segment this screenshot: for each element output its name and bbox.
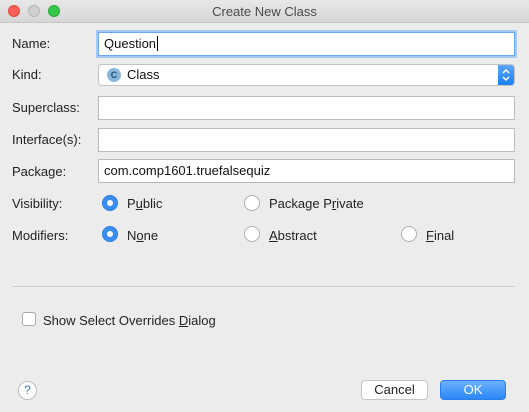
modifiers-label: Modifiers: bbox=[12, 228, 69, 243]
modifiers-none-radio[interactable] bbox=[102, 226, 118, 242]
window-title: Create New Class bbox=[212, 4, 317, 19]
visibility-public-radio[interactable] bbox=[102, 195, 118, 211]
kind-label: Kind: bbox=[12, 67, 42, 82]
visibility-package-private-label[interactable]: Package Private bbox=[269, 196, 364, 211]
modifiers-abstract-label[interactable]: Abstract bbox=[269, 228, 317, 243]
modifiers-abstract-radio[interactable] bbox=[244, 226, 260, 242]
superclass-label: Superclass: bbox=[12, 100, 80, 115]
show-overrides-checkbox[interactable] bbox=[22, 312, 36, 326]
show-overrides-label[interactable]: Show Select Overrides Dialog bbox=[43, 313, 216, 328]
cancel-button[interactable]: Cancel bbox=[361, 380, 428, 400]
modifiers-none-label[interactable]: None bbox=[127, 228, 158, 243]
select-arrows-icon[interactable] bbox=[498, 65, 514, 85]
name-input[interactable]: Question bbox=[98, 32, 515, 56]
separator bbox=[12, 286, 515, 287]
visibility-public-label[interactable]: Public bbox=[127, 196, 162, 211]
kind-value: Class bbox=[127, 67, 160, 82]
interfaces-input[interactable] bbox=[98, 128, 515, 152]
modifiers-final-label[interactable]: Final bbox=[426, 228, 454, 243]
package-input[interactable]: com.comp1601.truefalsequiz bbox=[98, 159, 515, 183]
package-label: Package: bbox=[12, 164, 67, 179]
interfaces-label: Interface(s): bbox=[12, 132, 82, 147]
visibility-package-private-radio[interactable] bbox=[244, 195, 260, 211]
title-bar: Create New Class bbox=[0, 0, 529, 23]
ok-button[interactable]: OK bbox=[440, 380, 506, 400]
superclass-input[interactable] bbox=[98, 96, 515, 120]
text-caret bbox=[157, 36, 159, 51]
help-button[interactable]: ? bbox=[18, 381, 37, 400]
kind-select[interactable]: C Class bbox=[98, 64, 515, 86]
modifiers-final-radio[interactable] bbox=[401, 226, 417, 242]
class-kind-icon: C bbox=[107, 68, 121, 82]
name-label: Name: bbox=[12, 36, 51, 51]
name-value: Question bbox=[104, 36, 157, 51]
visibility-label: Visibility: bbox=[12, 196, 63, 211]
